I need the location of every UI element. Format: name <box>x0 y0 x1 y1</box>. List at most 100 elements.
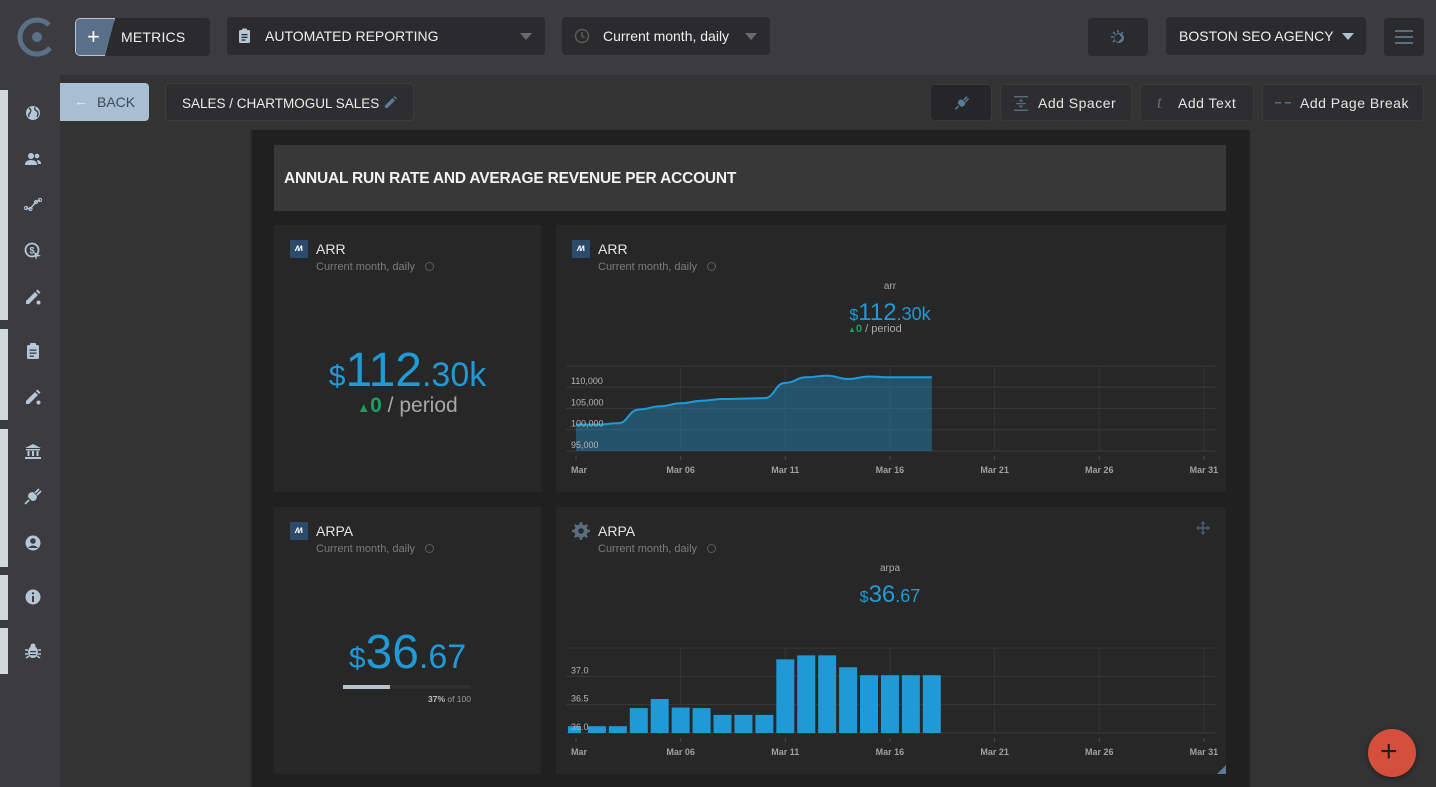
agency-dropdown-value: BOSTON SEO AGENCY <box>1179 28 1334 44</box>
add-metrics-button[interactable]: + METRICS <box>75 18 210 56</box>
arrow-left-icon: ← <box>74 93 88 109</box>
period-dropdown-value: Current month, daily <box>603 28 730 44</box>
currency-symbol: $ <box>328 360 346 393</box>
page-break-icon <box>1275 102 1291 104</box>
add-spacer-label: Add Spacer <box>1038 95 1117 111</box>
x-tick-label: Mar <box>571 747 588 757</box>
bank-icon[interactable] <box>24 442 42 460</box>
breadcrumb[interactable]: SALES / CHARTMOGUL SALES <box>165 83 414 121</box>
text-icon: t <box>1157 92 1163 112</box>
integrations-button[interactable] <box>930 84 992 121</box>
x-tick-label: Mar <box>571 465 588 475</box>
back-button[interactable]: ← BACK <box>60 83 149 121</box>
app-logo-icon[interactable] <box>16 16 58 58</box>
metrics-label: METRICS <box>121 29 186 45</box>
y-tick-label: 110,000 <box>571 376 603 386</box>
arpa-chart-card[interactable]: ARPA Current month, daily arpa $36.67 Ma… <box>556 507 1226 774</box>
chevron-down-icon <box>520 33 532 40</box>
edit-pen-icon[interactable] <box>24 288 42 306</box>
globe-icon[interactable] <box>24 104 42 122</box>
card-title: ARPA <box>316 523 354 539</box>
x-tick-label: Mar 16 <box>876 465 905 475</box>
x-tick-label: Mar 26 <box>1085 465 1114 475</box>
arr-area-chart[interactable]: Mar Mar 06 Mar 11 Mar 16 Mar 21 Mar 26 Mar 31 9… <box>556 225 1226 492</box>
arpa-bar <box>880 675 899 733</box>
x-tick-label: Mar 31 <box>1190 465 1219 475</box>
edit-pencil-icon[interactable] <box>384 96 397 109</box>
clipboard-icon[interactable] <box>24 342 42 360</box>
section-header[interactable]: ANNUAL RUN RATE AND AVERAGE REVENUE PER … <box>274 145 1226 211</box>
goal-progress-bar <box>343 685 471 689</box>
arpa-bar <box>860 675 879 733</box>
plug-icon <box>954 96 970 110</box>
users-icon[interactable] <box>24 150 42 168</box>
chevron-down-icon <box>1342 33 1354 40</box>
x-tick-label: Mar 06 <box>666 747 695 757</box>
agency-dropdown[interactable]: BOSTON SEO AGENCY <box>1166 17 1366 55</box>
card-subtitle-text: Current month, daily <box>316 543 416 555</box>
main-menu-button[interactable] <box>1384 18 1424 56</box>
theme-toggle-button[interactable] <box>1088 18 1148 56</box>
arr-value-card[interactable]: ʍ ARR Current month, daily $112.30k ▲0 /… <box>274 225 541 492</box>
arpa-bar <box>671 707 690 733</box>
arpa-value-card[interactable]: ʍ ARPA Current month, daily $36.67 <box>274 507 541 774</box>
spacer-icon <box>1014 96 1028 111</box>
plug-icon[interactable] <box>24 488 42 506</box>
sidebar-group-strip <box>0 429 8 567</box>
value-main: 112 <box>345 344 422 397</box>
bug-icon[interactable] <box>24 642 42 660</box>
big-value: $112.30k <box>274 343 541 398</box>
card-subtitle: Current month, daily <box>316 543 435 555</box>
y-tick-label: 105,000 <box>571 397 604 407</box>
x-tick-label: Mar 06 <box>666 465 695 475</box>
arr-chart-card[interactable]: ʍ ARR Current month, daily arr $112.30k … <box>556 225 1226 492</box>
arpa-bar <box>692 708 711 733</box>
x-tick-label: Mar 21 <box>980 747 1009 757</box>
resize-handle-icon[interactable] <box>1217 765 1226 774</box>
arpa-bar <box>629 708 648 733</box>
arpa-bar <box>818 655 837 733</box>
hamburger-menu-icon-bar <box>1395 36 1413 38</box>
top-bar: + METRICS AUTOMATED REPORTING Current mo… <box>0 0 1436 75</box>
y-tick-label: 36.0 <box>571 722 589 732</box>
add-spacer-button[interactable]: Add Spacer <box>1000 84 1132 121</box>
delta-number: 0 <box>370 394 382 417</box>
clipboard-icon <box>239 28 250 43</box>
sidebar-group-strip <box>0 90 8 320</box>
report-dropdown[interactable]: AUTOMATED REPORTING <box>227 17 545 55</box>
arpa-bar <box>901 675 920 733</box>
target-dollar-icon[interactable]: $ <box>24 242 42 260</box>
goal-progress-label: 37% of 100 <box>400 694 471 704</box>
arpa-bar <box>713 714 732 733</box>
arpa-bar <box>650 699 669 733</box>
user-circle-icon[interactable] <box>24 534 42 552</box>
add-text-button[interactable]: t Add Text <box>1140 84 1254 121</box>
arpa-bar <box>587 726 606 733</box>
arpa-bar-chart[interactable]: Mar Mar 06 Mar 11 Mar 16 Mar 21 Mar 26 Mar 31 3… <box>556 507 1226 774</box>
plus-icon: + <box>75 18 115 56</box>
arpa-bar <box>608 726 627 733</box>
card-title: ARR <box>316 241 346 257</box>
y-tick-label: 100,000 <box>571 419 604 429</box>
x-tick-label: Mar 26 <box>1085 747 1114 757</box>
chart-line-icon[interactable] <box>24 196 42 214</box>
edit-pen-icon[interactable] <box>24 388 42 406</box>
delta-value: ▲0 / period <box>274 394 541 418</box>
hamburger-menu-icon-bar <box>1395 42 1413 44</box>
sidebar: $ <box>0 75 60 787</box>
period-dropdown[interactable]: Current month, daily <box>562 17 770 55</box>
add-text-label: Add Text <box>1178 95 1237 111</box>
y-tick-label: 37.0 <box>571 665 589 675</box>
x-tick-label: Mar 16 <box>876 747 905 757</box>
hamburger-menu-icon <box>1395 30 1413 32</box>
arpa-bar <box>922 675 941 733</box>
arpa-bar <box>776 659 795 733</box>
value-decimal: .67 <box>418 638 467 676</box>
chevron-down-icon <box>745 33 757 40</box>
x-tick-label: Mar 31 <box>1190 747 1219 757</box>
add-page-break-button[interactable]: Add Page Break <box>1262 84 1424 121</box>
info-icon[interactable] <box>24 588 42 606</box>
clock-icon <box>425 544 435 553</box>
add-widget-fab[interactable]: + <box>1368 729 1416 777</box>
card-subtitle-text: Current month, daily <box>316 261 416 273</box>
